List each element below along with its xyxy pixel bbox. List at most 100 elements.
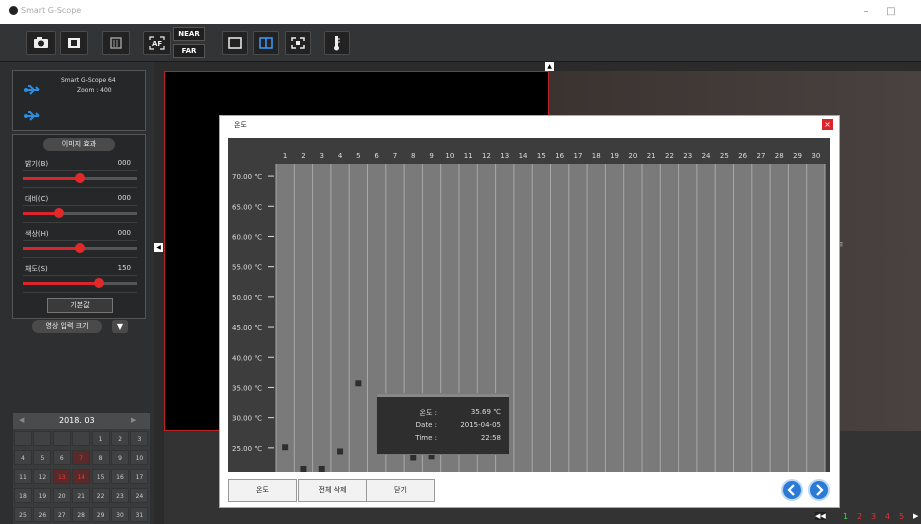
collapse-left-icon[interactable]: ◀	[154, 243, 163, 252]
calendar-day[interactable]: 4	[14, 450, 32, 465]
minimize-icon[interactable]: –	[859, 6, 873, 17]
collapse-top-icon[interactable]: ▲	[545, 62, 554, 71]
prev-page-button[interactable]	[781, 479, 803, 501]
y-tick-label: 50.00 ℃	[232, 294, 262, 302]
x-tick-label: 1	[283, 152, 287, 160]
default-button[interactable]: 기본값	[47, 298, 113, 313]
record-video-button[interactable]	[60, 31, 88, 55]
calendar-day[interactable]: 14	[72, 469, 91, 484]
page-number[interactable]: 4	[885, 512, 890, 521]
slider-track[interactable]	[23, 208, 137, 218]
page-prev-icon[interactable]: ◀◀	[815, 512, 826, 520]
calendar-day[interactable]: 31	[130, 507, 149, 522]
split-view-icon	[259, 37, 273, 49]
calendar-day[interactable]: 18	[14, 488, 32, 503]
page-number[interactable]: 3	[871, 512, 876, 521]
close-button[interactable]: 닫기	[366, 479, 435, 502]
far-button[interactable]: FAR	[173, 44, 205, 58]
near-button[interactable]: NEAR	[173, 27, 205, 41]
page-number[interactable]: 5	[899, 512, 904, 521]
calendar-day[interactable]: 19	[33, 488, 52, 503]
calendar-day[interactable]: 27	[52, 507, 71, 522]
calendar-day[interactable]: 6	[52, 450, 71, 465]
slider-track[interactable]	[23, 278, 137, 288]
x-tick-label: 15	[537, 152, 546, 160]
x-tick-label: 19	[610, 152, 619, 160]
next-page-button[interactable]	[808, 479, 830, 501]
calendar-day[interactable]	[14, 431, 32, 446]
calendar-month: 2018. 03	[59, 416, 95, 425]
x-tick-label: 3	[320, 152, 324, 160]
slider-handle[interactable]	[54, 208, 65, 218]
x-tick-label: 22	[665, 152, 674, 160]
page-next-icon[interactable]: ▶	[913, 512, 918, 520]
calendar-day[interactable]: 10	[130, 450, 149, 465]
calendar-day[interactable]: 22	[91, 488, 110, 503]
calendar-day[interactable]	[52, 431, 71, 446]
x-tick-label: 26	[738, 152, 747, 160]
calendar-day[interactable]: 12	[33, 469, 52, 484]
svg-text:AF: AF	[152, 40, 162, 48]
tooltip-bar	[377, 394, 509, 397]
calendar-day[interactable]: 15	[91, 469, 110, 484]
calendar-day[interactable]: 20	[52, 488, 71, 503]
thermometer-button[interactable]	[324, 31, 350, 55]
autofocus-icon: AF	[149, 36, 165, 50]
split-view-button[interactable]	[253, 31, 279, 55]
x-tick-label: 2	[301, 152, 305, 160]
slider-handle[interactable]	[75, 243, 85, 253]
temperature-button[interactable]: 온도	[228, 479, 297, 502]
title-bar: Smart G-Scope – □	[0, 0, 921, 24]
delete-all-button[interactable]: 전체 삭제	[298, 479, 367, 502]
calendar-day[interactable]: 5	[33, 450, 52, 465]
calendar-day[interactable]: 16	[111, 469, 129, 484]
calendar-day[interactable]: 2	[111, 431, 129, 446]
x-tick-label: 5	[356, 152, 360, 160]
slider-track[interactable]	[23, 243, 137, 253]
calendar-day[interactable]: 8	[91, 450, 110, 465]
y-tick-label: 55.00 ℃	[232, 264, 262, 272]
single-view-button[interactable]	[222, 31, 248, 55]
dropdown-arrow-icon[interactable]: ▼	[112, 320, 128, 333]
calendar-day[interactable]	[33, 431, 52, 446]
thermometer-icon	[334, 36, 340, 51]
gallery-icon	[110, 37, 122, 49]
calendar-day[interactable]: 7	[72, 450, 91, 465]
next-month-icon[interactable]: ▶	[131, 416, 136, 424]
divider	[23, 205, 137, 206]
capture-photo-button[interactable]	[26, 31, 56, 55]
data-point	[300, 465, 307, 472]
calendar-day[interactable]: 1	[91, 431, 110, 446]
prev-month-icon[interactable]: ◀	[19, 416, 24, 424]
dialog-close-icon[interactable]: ×	[822, 119, 833, 130]
gallery-button[interactable]	[102, 31, 130, 55]
divider	[23, 170, 137, 171]
x-tick-label: 29	[793, 152, 802, 160]
page-number[interactable]: 2	[857, 512, 862, 521]
slider-handle[interactable]	[94, 278, 105, 288]
x-tick-label: 23	[683, 152, 692, 160]
calendar-day[interactable]: 11	[14, 469, 32, 484]
calendar-day[interactable]: 28	[72, 507, 91, 522]
calendar-day[interactable]: 30	[111, 507, 129, 522]
calendar-day[interactable]	[72, 431, 91, 446]
calendar-day[interactable]: 3	[130, 431, 149, 446]
calendar-day[interactable]: 24	[130, 488, 149, 503]
maximize-icon[interactable]: □	[884, 6, 898, 17]
slider-value: 000	[117, 194, 131, 202]
calendar-day[interactable]: 21	[72, 488, 91, 503]
calendar-day[interactable]: 13	[52, 469, 71, 484]
calendar-day[interactable]: 25	[14, 507, 32, 522]
calendar-day[interactable]: 23	[111, 488, 129, 503]
dialog-title: 온도	[234, 121, 247, 129]
fullscreen-button[interactable]	[285, 31, 311, 55]
page-number[interactable]: 1	[843, 512, 848, 521]
slider-track[interactable]	[23, 173, 137, 183]
calendar-day[interactable]: 17	[130, 469, 149, 484]
calendar-day[interactable]: 26	[33, 507, 52, 522]
slider-handle[interactable]	[75, 173, 85, 183]
autofocus-button[interactable]: AF	[143, 31, 171, 55]
x-tick-label: 6	[374, 152, 379, 160]
calendar-day[interactable]: 29	[91, 507, 110, 522]
calendar-day[interactable]: 9	[111, 450, 129, 465]
